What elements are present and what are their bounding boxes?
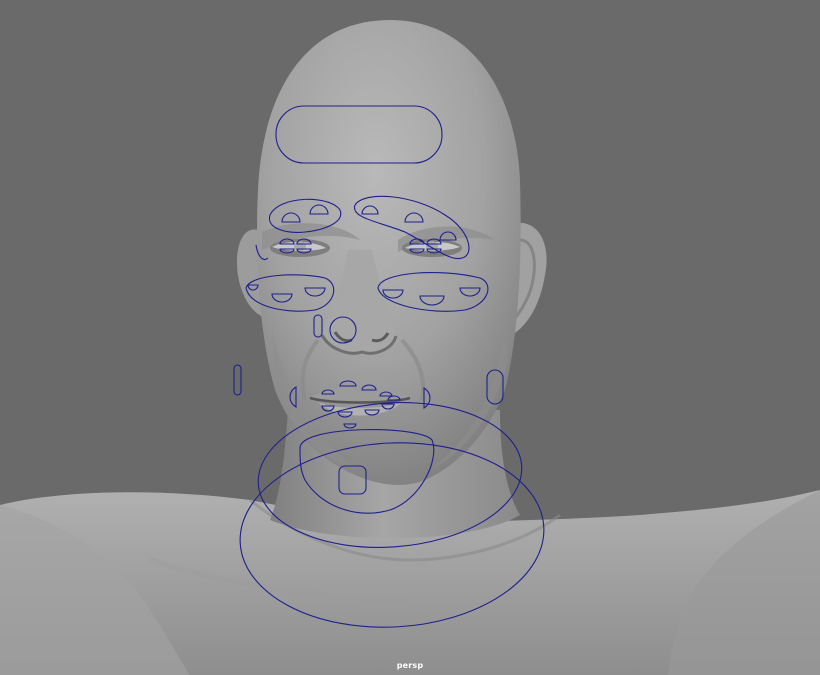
mouth-corner-left-control[interactable]	[233, 364, 242, 396]
camera-label: persp	[396, 661, 424, 670]
maya-perspective-viewport[interactable]: persp	[0, 0, 820, 675]
viewport-canvas[interactable]	[0, 0, 820, 675]
